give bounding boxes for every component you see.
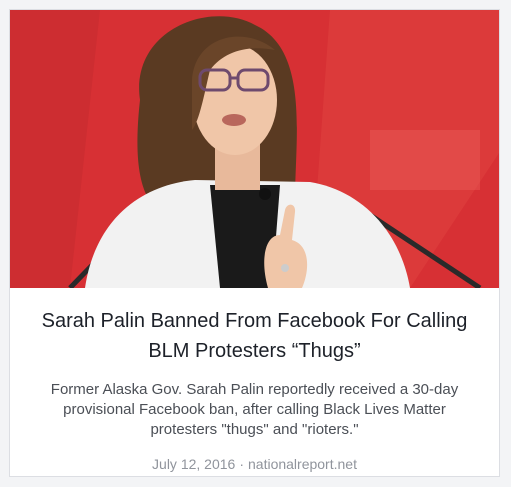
article-meta: July 12, 2016 · nationalreport.net bbox=[28, 456, 481, 472]
mouth bbox=[222, 114, 246, 126]
link-preview-card[interactable]: Sarah Palin Banned From Facebook For Cal… bbox=[9, 9, 500, 477]
meta-separator: · bbox=[239, 456, 244, 472]
link-preview-text: Sarah Palin Banned From Facebook For Cal… bbox=[10, 306, 499, 472]
article-domain[interactable]: nationalreport.net bbox=[248, 456, 357, 472]
stage-light bbox=[370, 130, 480, 190]
article-summary: Former Alaska Gov. Sarah Palin reportedl… bbox=[50, 381, 459, 438]
article-headline[interactable]: Sarah Palin Banned From Facebook For Cal… bbox=[28, 306, 481, 366]
article-date: July 12, 2016 bbox=[152, 456, 236, 472]
thumbnail-illustration bbox=[10, 10, 499, 288]
lapel-microphone bbox=[259, 188, 271, 200]
article-thumbnail[interactable] bbox=[10, 10, 499, 288]
ring bbox=[281, 264, 289, 272]
